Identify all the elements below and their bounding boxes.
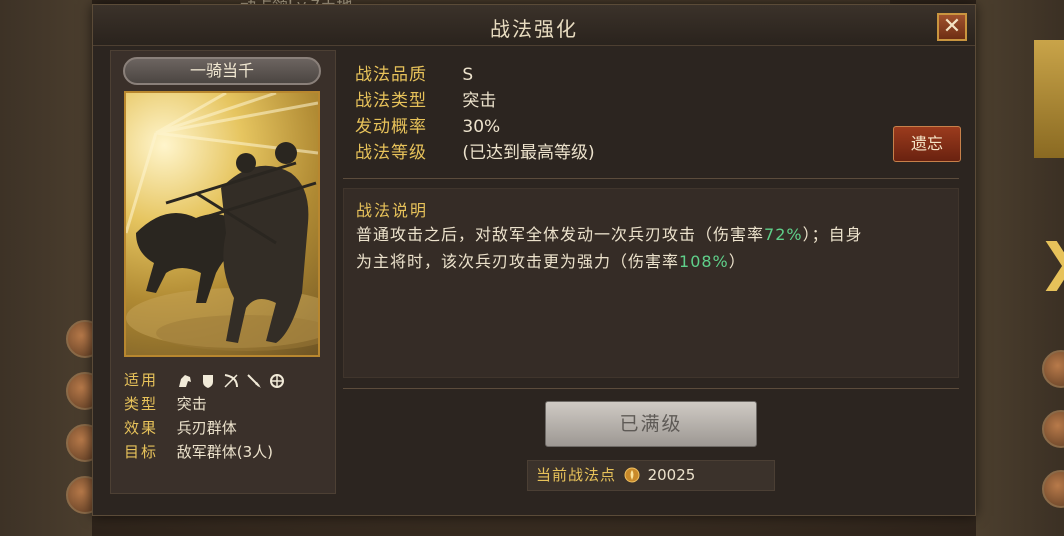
- apply-label: 适用: [124, 371, 159, 389]
- cavalry-icon: [178, 374, 191, 387]
- target-label: 目标: [124, 443, 159, 461]
- effect-row: 效果 兵刃群体: [124, 417, 237, 439]
- description-title: 战法说明: [356, 201, 429, 220]
- quality-label: 战法品质: [355, 65, 427, 85]
- description-line1-a: 普通攻击之后，对敌军全体发动一次兵刃攻击（伤害率: [356, 225, 765, 244]
- skill-enhance-dialog: 战法强化 ✕ 一骑当千 适用 类型 突击 效果 兵刃群体 目标 敌军群体(3人)…: [92, 4, 976, 516]
- target-row: 目标 敌军群体(3人): [124, 441, 273, 463]
- skill-points-display: 当前战法点 20025: [527, 460, 775, 491]
- side-button-icon: [1042, 350, 1064, 388]
- dialog-title: 战法强化: [490, 17, 578, 41]
- side-button-icon: [1042, 470, 1064, 508]
- forget-button[interactable]: 遗忘: [893, 126, 961, 162]
- skill-point-icon: [624, 467, 640, 483]
- divider: [343, 178, 959, 179]
- quality-value: S: [462, 65, 474, 85]
- background-left: [0, 0, 104, 536]
- skill-level-value: (已达到最高等级): [462, 143, 595, 163]
- next-arrow-icon: ❯: [1038, 232, 1064, 292]
- skill-description-box: 战法说明 普通攻击之后，对敌军全体发动一次兵刃攻击（伤害率72%）；自身 为主将…: [343, 188, 959, 378]
- type-label: 类型: [124, 395, 159, 413]
- commander-damage-rate-value: 108%: [679, 252, 729, 271]
- side-button-icon: [1042, 410, 1064, 448]
- effect-value: 兵刃群体: [176, 419, 237, 437]
- target-value: 敌军群体(3人): [176, 443, 274, 461]
- skill-type-row: 战法类型 突击: [355, 88, 496, 114]
- effect-label: 效果: [124, 419, 159, 437]
- close-button[interactable]: ✕: [937, 13, 967, 41]
- apply-row: 适用: [124, 369, 285, 391]
- skill-points-value: 20025: [647, 466, 696, 484]
- description-line2-b: ）: [728, 252, 746, 271]
- bow-icon: [224, 373, 238, 388]
- trigger-rate-value: 30%: [462, 117, 501, 137]
- description-text: 普通攻击之后，对敌军全体发动一次兵刃攻击（伤害率72%）；自身 为主将时，该次兵…: [356, 221, 946, 275]
- type-value: 突击: [176, 395, 207, 413]
- skill-level-label: 战法等级: [355, 143, 427, 163]
- damage-rate-value: 72%: [764, 225, 803, 244]
- skill-card-panel: 一骑当千 适用 类型 突击 效果 兵刃群体 目标 敌军群体(3人): [110, 50, 336, 494]
- skill-name: 一骑当千: [123, 57, 321, 85]
- shield-icon: [202, 374, 213, 388]
- trigger-rate-label: 发动概率: [355, 117, 427, 137]
- skill-type-value: 突击: [462, 91, 497, 111]
- type-row: 类型 突击: [124, 393, 207, 415]
- dialog-header: 战法强化 ✕: [93, 5, 975, 46]
- skill-points-label: 当前战法点: [536, 466, 617, 484]
- background-right: ❯: [976, 0, 1064, 536]
- side-gold-tab: [1034, 40, 1064, 158]
- spear-icon: [247, 373, 261, 388]
- divider: [343, 388, 959, 389]
- close-icon: ✕: [942, 14, 962, 39]
- siege-wheel-icon: [269, 373, 284, 388]
- quality-row: 战法品质 S: [355, 62, 473, 88]
- description-line1-b: ）；自身: [802, 225, 863, 244]
- charging-cavalry-illustration: [126, 93, 318, 351]
- unit-type-icons: [177, 373, 285, 389]
- description-line2-a: 为主将时，该次兵刃攻击更为强力（伤害率: [356, 252, 680, 271]
- trigger-rate-row: 发动概率 30%: [355, 114, 500, 140]
- skill-type-label: 战法类型: [355, 91, 427, 111]
- max-level-button[interactable]: 已满级: [545, 401, 757, 447]
- skill-level-row: 战法等级 (已达到最高等级): [355, 140, 595, 166]
- skill-card-art: [124, 91, 320, 357]
